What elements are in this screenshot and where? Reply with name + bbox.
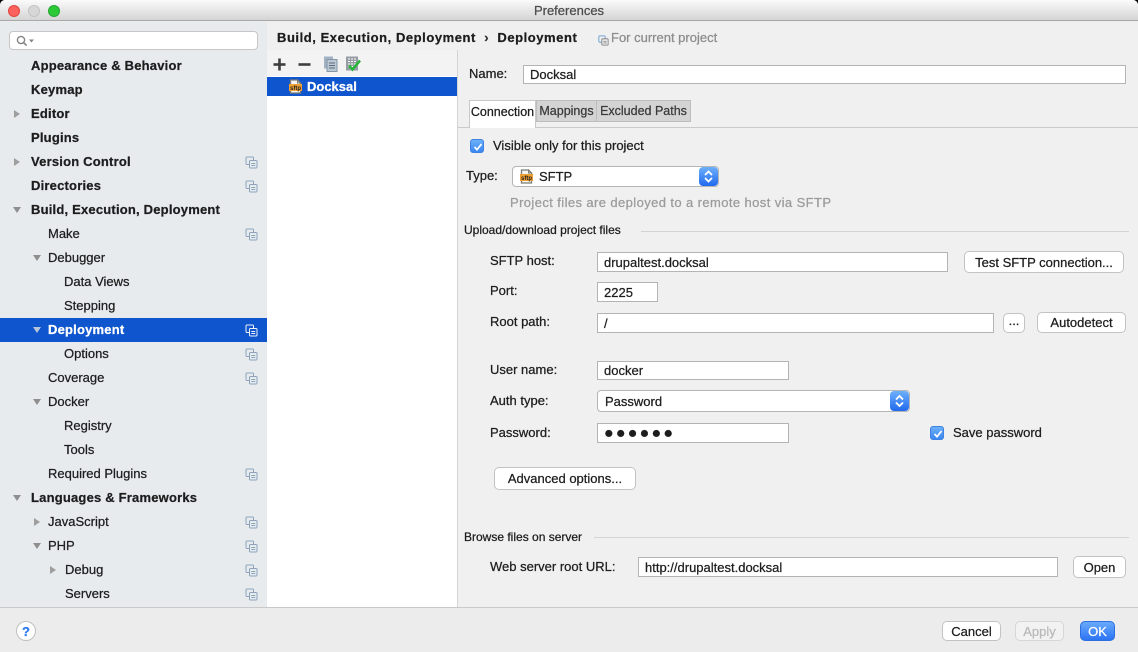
svg-text:sftp: sftp <box>290 86 301 92</box>
svg-text:sftp: sftp <box>521 176 532 182</box>
